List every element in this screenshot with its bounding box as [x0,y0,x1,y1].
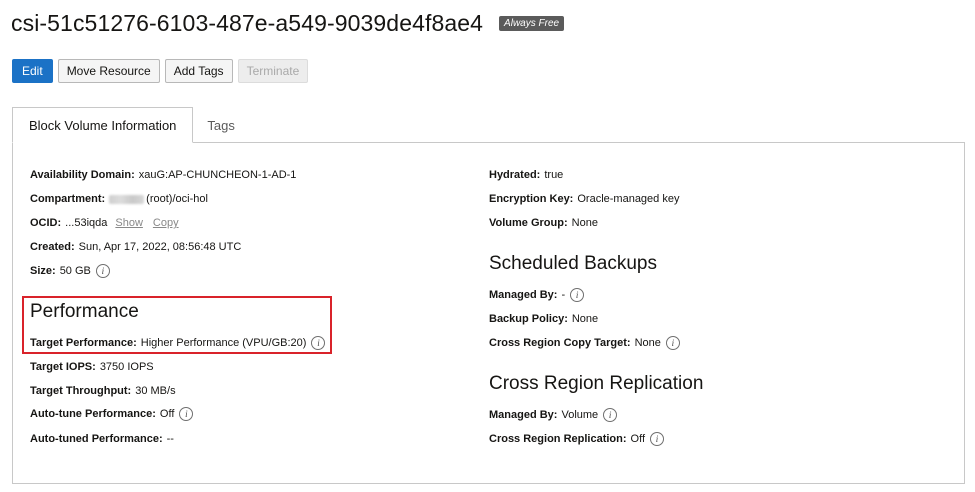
target-throughput-value: 30 MB/s [135,385,176,397]
cross-region-replication-row: Cross Region Replication: Off i [489,431,665,447]
auto-tuned-value: -- [166,433,174,445]
add-tags-button[interactable]: Add Tags [164,59,233,83]
ocid-value: ...53iqda [65,217,108,229]
cross-region-copy-target-label: Cross Region Copy Target: [489,337,631,349]
auto-tune-label: Auto-tune Performance: [30,408,156,420]
move-resource-button[interactable]: Move Resource [57,59,160,83]
title-row: csi-51c51276-6103-487e-a549-9039de4f8ae4… [11,10,565,37]
scheduled-backups-title: Scheduled Backups [489,253,657,274]
backups-managed-by-label: Managed By: [489,289,558,301]
encryption-key-value: Oracle-managed key [577,193,680,205]
backup-policy-value: None [571,313,599,325]
hydrated-row: Hydrated: true [489,167,563,183]
ocid-row: OCID: ...53iqda Show Copy [30,215,179,231]
hydrated-value: true [544,169,564,181]
encryption-key-row: Encryption Key: Oracle-managed key [489,191,679,207]
info-icon[interactable]: i [179,407,194,421]
info-icon[interactable]: i [665,336,680,350]
compartment-value: (root)/oci-hol [146,193,208,205]
terminate-button[interactable]: Terminate [237,59,309,83]
target-iops-label: Target IOPS: [30,361,96,373]
replication-managed-by-row: Managed By: Volume i [489,407,618,423]
auto-tune-value: Off [159,408,175,420]
ocid-label: OCID: [30,217,62,229]
availability-domain-label: Availability Domain: [30,169,135,181]
volume-group-value: None [571,217,598,229]
redacted-tenancy [109,194,145,204]
created-row: Created: Sun, Apr 17, 2022, 08:56:48 UTC [30,239,241,255]
info-icon[interactable]: i [570,288,585,302]
replication-managed-by-label: Managed By: [489,409,558,421]
info-icon[interactable]: i [650,432,665,446]
cross-region-replication-label: Cross Region Replication: [489,433,627,445]
created-label: Created: [30,241,75,253]
auto-tuned-row: Auto-tuned Performance: -- [30,431,174,447]
target-iops-row: Target IOPS: 3750 IOPS [30,359,154,375]
info-icon[interactable]: i [603,408,618,422]
cross-region-replication-value: Off [630,433,646,445]
target-throughput-label: Target Throughput: [30,385,132,397]
size-row: Size: 50 GB i [30,263,110,279]
created-value: Sun, Apr 17, 2022, 08:56:48 UTC [78,241,242,253]
availability-domain-row: Availability Domain: xauG:AP-CHUNCHEON-1… [30,167,296,183]
encryption-key-label: Encryption Key: [489,193,574,205]
availability-domain-value: xauG:AP-CHUNCHEON-1-AD-1 [138,169,297,181]
tab-block-volume-information[interactable]: Block Volume Information [12,107,194,143]
size-label: Size: [30,265,56,277]
replication-managed-by-value: Volume [561,409,599,421]
compartment-label: Compartment: [30,193,106,205]
hydrated-label: Hydrated: [489,169,541,181]
backups-managed-by-row: Managed By: - i [489,287,585,303]
volume-group-row: Volume Group: None [489,215,598,231]
cross-region-copy-target-row: Cross Region Copy Target: None i [489,335,680,351]
action-bar: Edit Move Resource Add Tags Terminate [12,59,309,83]
tab-bar: Block Volume Information Tags [12,107,249,143]
ocid-show-link[interactable]: Show [115,217,143,229]
compartment-row: Compartment: (root)/oci-hol [30,191,208,207]
cross-region-copy-target-value: None [634,337,661,349]
always-free-badge: Always Free [499,16,565,31]
backup-policy-label: Backup Policy: [489,313,568,325]
target-throughput-row: Target Throughput: 30 MB/s [30,383,176,399]
cross-region-replication-title: Cross Region Replication [489,373,704,394]
volume-group-label: Volume Group: [489,217,568,229]
size-value: 50 GB [59,265,91,277]
tab-tags[interactable]: Tags [193,107,248,143]
info-icon[interactable]: i [95,264,110,278]
target-iops-value: 3750 IOPS [99,361,154,373]
auto-tuned-label: Auto-tuned Performance: [30,433,163,445]
page-title: csi-51c51276-6103-487e-a549-9039de4f8ae4 [11,10,484,36]
backup-policy-row: Backup Policy: None [489,311,598,327]
info-panel: Availability Domain: xauG:AP-CHUNCHEON-1… [12,142,965,484]
auto-tune-row: Auto-tune Performance: Off i [30,406,194,422]
performance-highlight-box [22,296,332,354]
ocid-copy-link[interactable]: Copy [153,217,179,229]
edit-button[interactable]: Edit [12,59,53,83]
backups-managed-by-value: - [561,289,566,301]
